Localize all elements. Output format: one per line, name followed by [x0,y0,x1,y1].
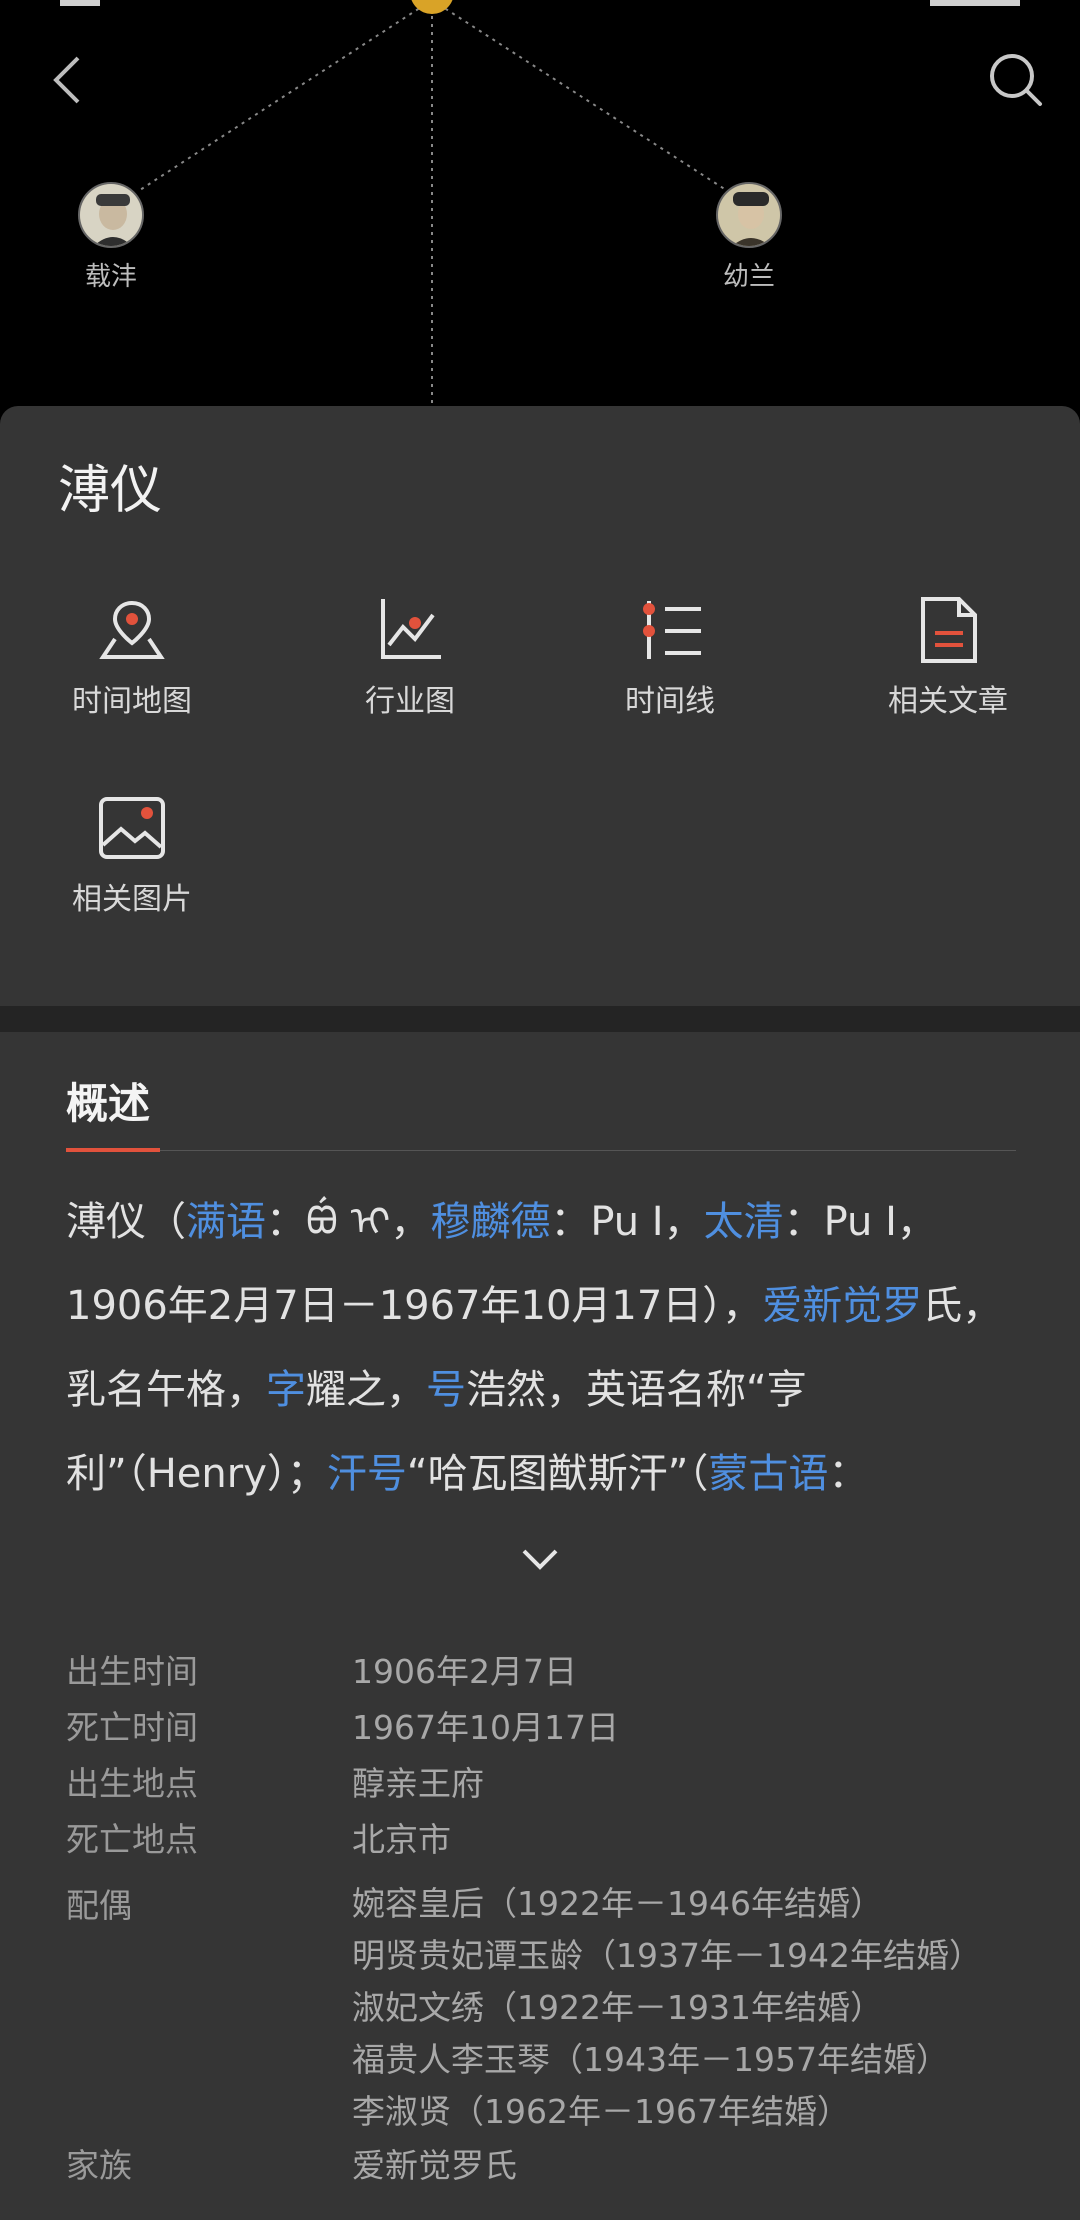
timeline-icon [630,590,710,670]
relative-name: 幼兰 [722,262,775,292]
spouse-item: 李淑贤（1962年－1967年结婚） [352,2092,850,2131]
fact-value: 1906年2月7日 [352,1652,577,1691]
overview-intro-text: 溥仪（满语：ᡦᡠ ᡳ，穆麟德：Pu I，太清：Pu I，1906年2月7日－19… [66,1199,1003,1497]
chevron-down-icon [522,1549,558,1570]
image-icon [92,788,172,868]
fact-key: 死亡时间 [66,1708,198,1747]
chevron-left-icon [53,56,80,104]
fact-row-death-place: 死亡地点 北京市 [66,1812,1026,1868]
relative-node-youlan[interactable]: 幼兰 [716,182,782,293]
relative-name: 载沣 [84,262,137,292]
fact-value: 醇亲王府 [352,1764,484,1803]
spouse-item: 婉容皇后（1922年－1946年结婚） [352,1884,883,1923]
fact-key: 出生地点 [66,1764,198,1803]
feature-label: 行业图 [365,684,455,719]
link-manchu-language[interactable]: 满语 [186,1199,266,1245]
fact-row-death-date: 死亡时间 1967年10月17日 [66,1700,1026,1756]
fact-row-birth-place: 出生地点 醇亲王府 [66,1756,1026,1812]
overview-section: 概述 溥仪（满语：ᡦᡠ ᡳ，穆麟德：Pu I，太清：Pu I，1906年2月7日… [0,1032,1080,2220]
feature-timeline[interactable]: 时间线 [570,590,770,720]
graph-connector-lines [60,0,1020,410]
feature-related-articles[interactable]: 相关文章 [848,590,1048,720]
link-mongolian-language[interactable]: 蒙古语 [708,1451,828,1497]
person-title: 溥仪 [58,461,163,521]
relative-node-zaifeng[interactable]: 载沣 [78,182,144,293]
spouse-item: 淑妃文绣（1922年－1931年结婚） [352,1988,883,2027]
person-summary-sheet: 溥仪 时间地图 行业图 时间线 相关文章 相关图片 [0,406,1080,1006]
link-taiqing[interactable]: 太清 [704,1199,784,1245]
feature-label: 时间地图 [72,684,192,719]
relationship-graph[interactable]: 载沣 幼兰 [0,0,1080,420]
active-tab-indicator [66,1148,160,1152]
line-chart-icon [370,590,450,670]
section-divider [0,1006,1080,1032]
spouse-item: 福贵人李玉琴（1943年－1957年结婚） [352,2040,949,2079]
fact-key: 配偶 [66,1886,132,1925]
feature-label: 相关图片 [72,882,192,917]
avatar [78,182,144,248]
center-person-node-partial [411,0,453,14]
fact-value: 爱新觉罗氏 [352,2146,517,2185]
fact-value-list: 婉容皇后（1922年－1946年结婚） 明贤贵妃谭玉龄（1937年－1942年结… [352,1878,1026,2138]
search-icon [990,54,1042,106]
back-button[interactable] [28,40,108,120]
tab-overview[interactable]: 概述 [66,1070,150,1131]
fact-key: 死亡地点 [66,1820,198,1859]
fact-key: 家族 [66,2146,132,2185]
feature-related-images[interactable]: 相关图片 [32,788,232,918]
feature-label: 相关文章 [888,684,1008,719]
expand-button[interactable] [504,1532,576,1588]
map-pin-icon [92,590,172,670]
link-courtesy-name[interactable]: 字 [266,1367,306,1413]
fact-value: 北京市 [352,1820,451,1859]
fact-key: 出生时间 [66,1652,198,1691]
search-button[interactable] [976,40,1056,120]
facts-table: 出生时间 1906年2月7日 死亡时间 1967年10月17日 出生地点 醇亲王… [66,1644,1026,2194]
fact-row-family: 家族 爱新觉罗氏 [66,2138,1026,2194]
link-aisin-gioro[interactable]: 爱新觉罗 [762,1283,922,1329]
spouse-item: 明贤贵妃谭玉龄（1937年－1942年结婚） [352,1936,982,1975]
fact-row-spouse: 配偶 婉容皇后（1922年－1946年结婚） 明贤贵妃谭玉龄（1937年－194… [66,1878,1026,2138]
fact-row-birth-date: 出生时间 1906年2月7日 [66,1644,1026,1700]
fact-value: 1967年10月17日 [352,1708,619,1747]
document-icon [908,590,988,670]
feature-label: 时间线 [625,684,715,719]
feature-time-map[interactable]: 时间地图 [32,590,232,720]
link-mollendorff[interactable]: 穆麟德 [430,1199,550,1245]
link-art-name[interactable]: 号 [426,1367,466,1413]
link-khan-title[interactable]: 汗号 [327,1451,407,1497]
tab-divider [66,1150,1016,1151]
avatar [716,182,782,248]
feature-industry-chart[interactable]: 行业图 [310,590,510,720]
